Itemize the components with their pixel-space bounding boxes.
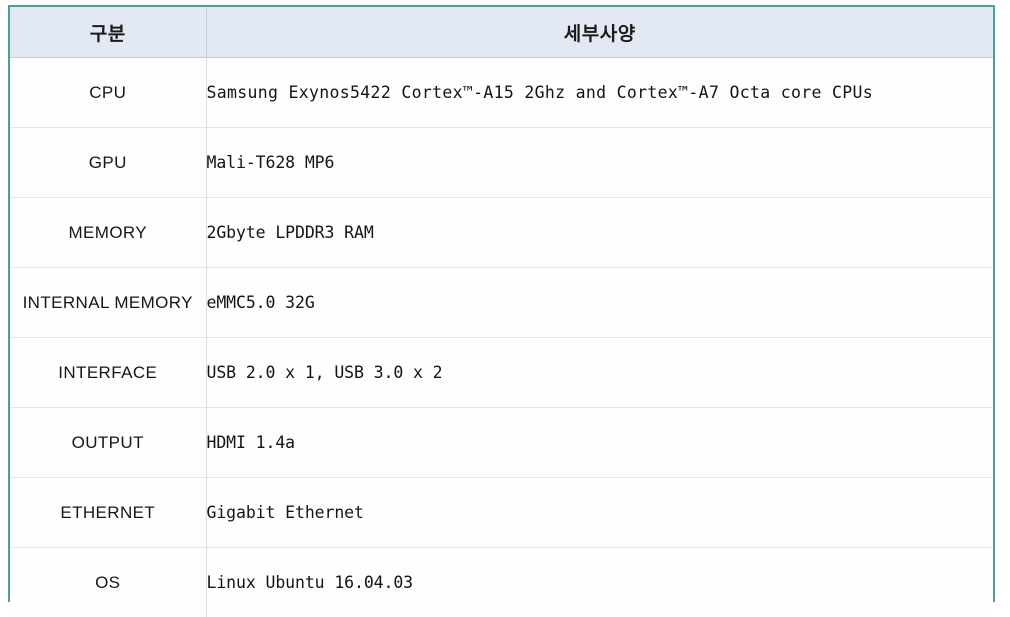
cell-detail-internal-memory: eMMC5.0 32G	[206, 268, 993, 338]
table-row: MEMORY 2Gbyte LPDDR3 RAM	[10, 198, 993, 268]
spec-table-frame: 구분 세부사양 CPU Samsung Exynos5422 Cortex™-A…	[8, 5, 995, 602]
cell-detail-ethernet: Gigabit Ethernet	[206, 478, 993, 548]
table-row: OS Linux Ubuntu 16.04.03	[10, 548, 993, 617]
table-row: GPU Mali-T628 MP6	[10, 128, 993, 198]
column-header-category: 구분	[10, 7, 206, 58]
cell-category-ethernet: ETHERNET	[10, 478, 206, 548]
column-header-detail: 세부사양	[206, 7, 993, 58]
cell-detail-interface: USB 2.0 x 1, USB 3.0 x 2	[206, 338, 993, 408]
cell-category-cpu: CPU	[10, 58, 206, 128]
cell-detail-cpu: Samsung Exynos5422 Cortex™-A15 2Ghz and …	[206, 58, 993, 128]
cell-category-memory: MEMORY	[10, 198, 206, 268]
cell-category-internal-memory: INTERNAL MEMORY	[10, 268, 206, 338]
cell-detail-os: Linux Ubuntu 16.04.03	[206, 548, 993, 617]
table-row: OUTPUT HDMI 1.4a	[10, 408, 993, 478]
cell-category-output: OUTPUT	[10, 408, 206, 478]
table-row: INTERNAL MEMORY eMMC5.0 32G	[10, 268, 993, 338]
table-row: CPU Samsung Exynos5422 Cortex™-A15 2Ghz …	[10, 58, 993, 128]
cell-category-gpu: GPU	[10, 128, 206, 198]
hardware-specification-table: 구분 세부사양 CPU Samsung Exynos5422 Cortex™-A…	[10, 7, 993, 617]
cell-detail-output: HDMI 1.4a	[206, 408, 993, 478]
cell-category-interface: INTERFACE	[10, 338, 206, 408]
cell-category-os: OS	[10, 548, 206, 617]
table-header-row: 구분 세부사양	[10, 7, 993, 58]
spec-table-page: 구분 세부사양 CPU Samsung Exynos5422 Cortex™-A…	[0, 0, 1010, 615]
cell-detail-gpu: Mali-T628 MP6	[206, 128, 993, 198]
table-body: CPU Samsung Exynos5422 Cortex™-A15 2Ghz …	[10, 58, 993, 617]
table-row: ETHERNET Gigabit Ethernet	[10, 478, 993, 548]
table-header: 구분 세부사양	[10, 7, 993, 58]
table-row: INTERFACE USB 2.0 x 1, USB 3.0 x 2	[10, 338, 993, 408]
cell-detail-memory: 2Gbyte LPDDR3 RAM	[206, 198, 993, 268]
